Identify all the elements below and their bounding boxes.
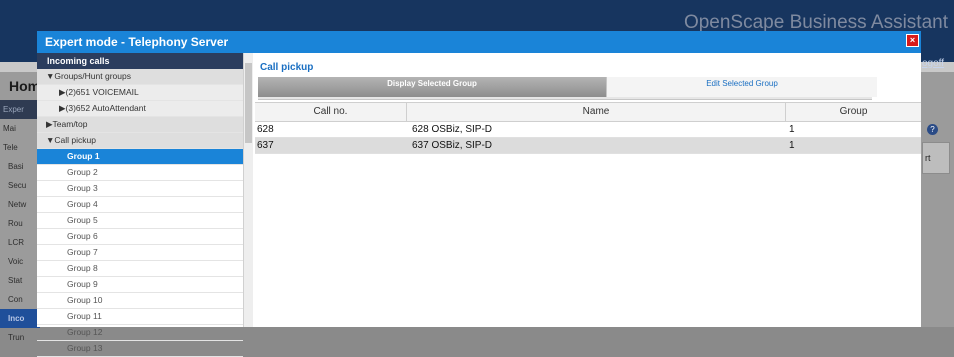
column-header-name[interactable]: Name <box>407 103 786 121</box>
members-table: Call no. Name Group 628 628 OSBiz, SIP-D… <box>255 102 921 154</box>
tree-item-group[interactable]: Group 8 <box>37 261 243 277</box>
tree-item-group[interactable]: Group 6 <box>37 229 243 245</box>
tree-item-group[interactable]: Group 9 <box>37 277 243 293</box>
expert-mode-dialog: Expert mode - Telephony Server × Incomin… <box>37 31 921 357</box>
tree-item-group[interactable]: Group 11 <box>37 309 243 325</box>
cell-group: 1 <box>789 140 795 151</box>
tree-item-voicemail[interactable]: ▶(2)651 VOICEMAIL <box>37 85 243 101</box>
tree-item-autoattendant[interactable]: ▶(3)652 AutoAttendant <box>37 101 243 117</box>
app-nav-item[interactable]: Con <box>0 290 40 309</box>
page-title: Call pickup <box>260 62 314 73</box>
cell-call-no: 637 <box>257 140 274 151</box>
tree-item-group[interactable]: Group 10 <box>37 293 243 309</box>
app-side-box: rt <box>922 142 950 174</box>
app-nav-item[interactable]: Exper <box>0 100 40 119</box>
cell-group: 1 <box>789 124 795 135</box>
content-panel: Call pickup Display Selected Group Edit … <box>254 53 921 327</box>
app-nav-item[interactable]: Stat <box>0 271 40 290</box>
table-row[interactable]: 637 637 OSBiz, SIP-D 1 <box>255 138 921 154</box>
dialog-title: Expert mode - Telephony Server <box>45 35 229 49</box>
tab-edit-selected-group[interactable]: Edit Selected Group <box>606 77 877 97</box>
tree-item-group[interactable]: Group 13 <box>37 341 243 357</box>
app-nav-item-incoming[interactable]: Inco <box>0 309 40 328</box>
app-nav: Exper Mai Tele Basi Secu Netw Rou LCR Vo… <box>0 100 40 347</box>
logoff-link[interactable]: ogoff <box>922 58 944 69</box>
close-icon[interactable]: × <box>906 34 919 47</box>
app-nav-item[interactable]: Secu <box>0 176 40 195</box>
app-nav-item[interactable]: Voic <box>0 252 40 271</box>
dialog-titlebar: Expert mode - Telephony Server × <box>37 31 921 53</box>
tree-item-group[interactable]: Group 7 <box>37 245 243 261</box>
tree-header: Incoming calls <box>37 53 243 69</box>
cell-name: 628 OSBiz, SIP-D <box>412 124 493 135</box>
tree-scrollbar[interactable] <box>243 53 253 327</box>
app-nav-item[interactable]: LCR <box>0 233 40 252</box>
cell-call-no: 628 <box>257 124 274 135</box>
app-home-title: Hom <box>9 78 41 94</box>
app-right-panel <box>920 72 954 327</box>
app-nav-item[interactable]: Netw <box>0 195 40 214</box>
column-header-call-no[interactable]: Call no. <box>255 103 407 121</box>
tree-item-call-pickup[interactable]: ▼Call pickup <box>37 133 243 149</box>
table-header: Call no. Name Group <box>255 102 921 122</box>
cell-name: 637 OSBiz, SIP-D <box>412 140 493 151</box>
column-header-group[interactable]: Group <box>786 103 921 121</box>
tree-scrollbar-thumb[interactable] <box>245 63 252 143</box>
tree-item-groups-hunt-groups[interactable]: ▼Groups/Hunt groups <box>37 69 243 85</box>
app-nav-item[interactable]: Tele <box>0 138 40 157</box>
app-nav-item[interactable]: Mai <box>0 119 40 138</box>
app-nav-item[interactable]: Basi <box>0 157 40 176</box>
app-nav-item[interactable]: Trun <box>0 328 40 347</box>
tab-bar: Display Selected Group Edit Selected Gro… <box>258 77 877 100</box>
navigation-tree: Incoming calls ▼Groups/Hunt groups ▶(2)6… <box>37 53 244 357</box>
tree-item-group[interactable]: Group 4 <box>37 197 243 213</box>
tree-item-group[interactable]: Group 3 <box>37 181 243 197</box>
table-row[interactable]: 628 628 OSBiz, SIP-D 1 <box>255 122 921 138</box>
help-icon[interactable]: ? <box>927 124 938 135</box>
tree-item-group[interactable]: Group 12 <box>37 325 243 341</box>
tree-item-group-1[interactable]: Group 1 <box>37 149 243 165</box>
app-nav-item[interactable]: Rou <box>0 214 40 233</box>
tree-item-team-top[interactable]: ▶Team/top <box>37 117 243 133</box>
tab-display-selected-group[interactable]: Display Selected Group <box>258 77 606 97</box>
tree-item-group[interactable]: Group 2 <box>37 165 243 181</box>
tree-item-group[interactable]: Group 5 <box>37 213 243 229</box>
